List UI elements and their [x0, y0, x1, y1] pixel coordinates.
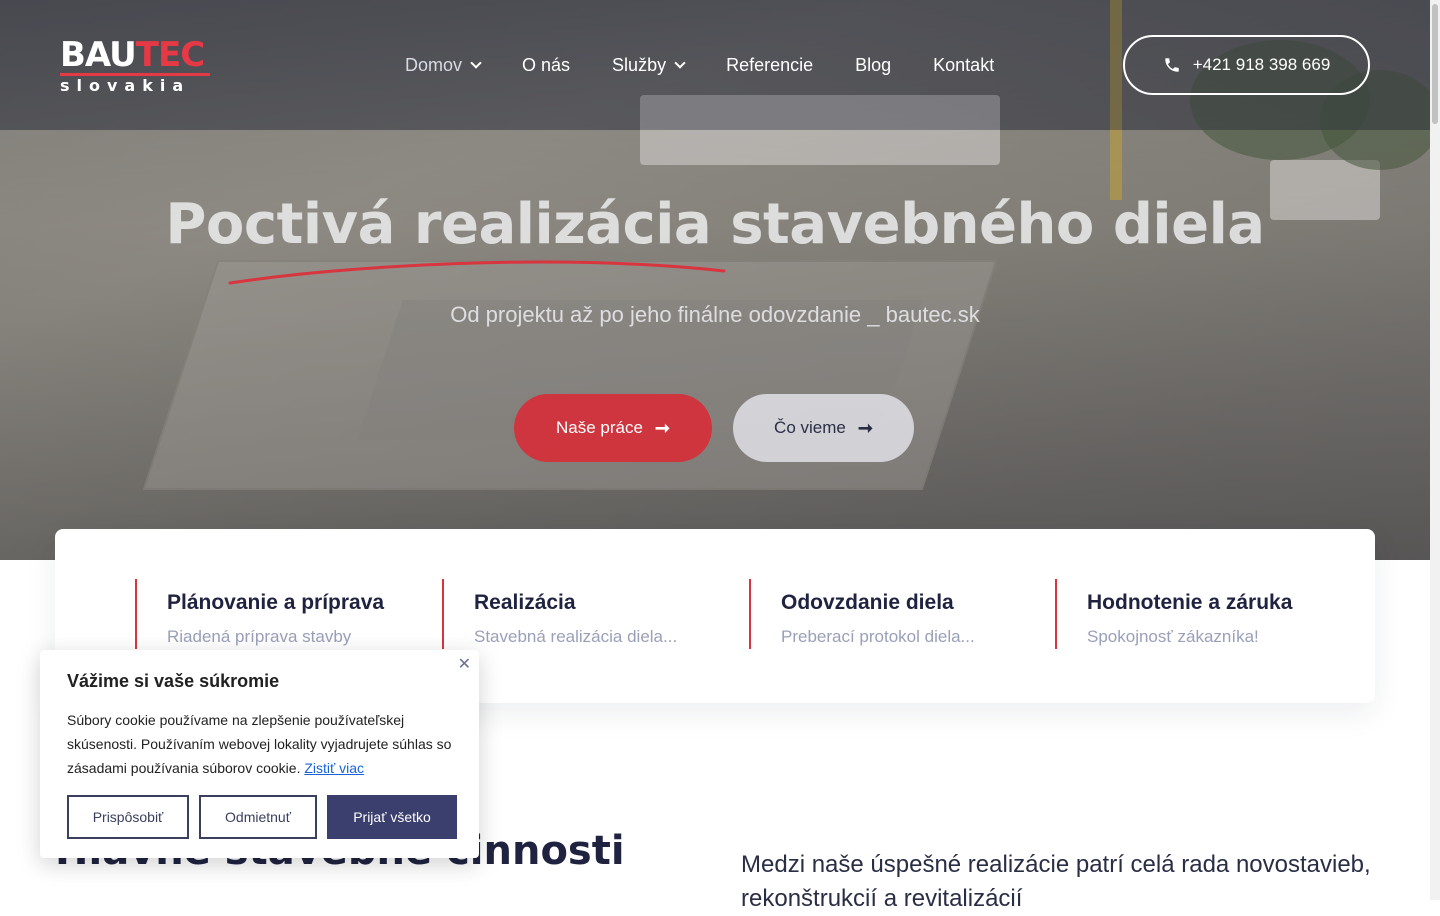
cookie-text: Súbory cookie používame na zlepšenie pou… [67, 708, 452, 780]
hero-section: BAUTEC slovakia Domov O nás Služby Refer… [0, 0, 1430, 560]
feature-description: Preberací protokol diela... [781, 627, 975, 646]
nav-item-o-nas[interactable]: O nás [522, 55, 570, 76]
title-underline-decoration [228, 260, 726, 285]
our-work-button[interactable]: Naše práce ➞ [514, 394, 712, 462]
cookie-text-body: Súbory cookie používame na zlepšenie pou… [67, 712, 452, 776]
feature-item: Odovzdanie diela Preberací protokol diel… [749, 579, 975, 649]
cookie-customize-button[interactable]: Prispôsobiť [67, 795, 189, 839]
page-scrollbar[interactable] [1430, 0, 1440, 900]
logo[interactable]: BAUTEC slovakia [60, 35, 210, 95]
feature-description: Stavebná realizácia diela... [474, 627, 678, 646]
cookie-consent-banner: ✕ Vážime si vaše súkromie Súbory cookie … [40, 650, 479, 858]
cookie-reject-button[interactable]: Odmietnuť [199, 795, 317, 839]
nav-item-kontakt[interactable]: Kontakt [933, 55, 994, 76]
nav-item-label: Referencie [726, 54, 814, 75]
feature-item: Realizácia Stavebná realizácia diela... [442, 579, 677, 649]
hero-subtitle: Od projektu až po jeho finálne odovzdani… [450, 302, 980, 327]
feature-title: Odovzdanie diela [781, 591, 954, 614]
nav-item-referencie[interactable]: Referencie [726, 55, 813, 76]
phone-icon [1164, 58, 1179, 72]
logo-subtext: slovakia [60, 76, 191, 95]
feature-item: Plánovanie a príprava Riadená príprava s… [135, 579, 384, 649]
hero-title: Poctivá realizácia stavebného diela [165, 192, 1265, 257]
feature-title: Hodnotenie a záruka [1087, 591, 1293, 614]
our-work-button-label: Naše práce [555, 418, 643, 437]
close-icon[interactable]: ✕ [458, 654, 471, 674]
feature-description: Spokojnosť zákazníka! [1087, 627, 1259, 646]
arrow-right-icon: ➞ [654, 417, 671, 438]
nav-item-blog[interactable]: Blog [855, 55, 891, 76]
feature-item: Hodnotenie a záruka Spokojnosť zákazníka… [1055, 579, 1292, 649]
arrow-right-icon: ➞ [857, 417, 873, 438]
logo-text-b: TEC [135, 35, 205, 75]
nav-item-domov[interactable]: Domov [405, 54, 482, 76]
chevron-down-icon [470, 56, 482, 69]
feature-title: Plánovanie a príprava [167, 591, 385, 614]
cookie-accept-button[interactable]: Prijať všetko [327, 795, 457, 839]
nav-item-label: Služby [612, 54, 667, 75]
feature-description: Riadená príprava stavby [167, 627, 352, 646]
phone-number: +421 918 398 669 [1192, 55, 1331, 74]
phone-button[interactable]: +421 918 398 669 [1123, 35, 1370, 95]
scrollbar-thumb[interactable] [1432, 4, 1438, 124]
feature-title: Realizácia [474, 591, 576, 614]
main-nav: Domov O nás Služby Referencie Blog Konta… [405, 52, 1036, 78]
nav-item-sluzby[interactable]: Služby [612, 54, 686, 76]
nav-item-label: O nás [522, 54, 571, 75]
cookie-title: Vážime si vaše súkromie [67, 671, 280, 691]
nav-item-label: Domov [405, 54, 463, 75]
cookie-learn-more-link[interactable]: Zistiť viac [304, 760, 364, 776]
chevron-down-icon [674, 56, 686, 69]
what-we-know-button-label: Čo vieme [774, 418, 846, 437]
what-we-know-button[interactable]: Čo vieme ➞ [733, 394, 914, 462]
cookie-buttons: Prispôsobiť Odmietnuť Prijať všetko [67, 795, 457, 839]
nav-item-label: Kontakt [933, 54, 995, 75]
logo-text-a: BAU [60, 35, 137, 75]
nav-item-label: Blog [855, 54, 892, 75]
section-text: Medzi naše úspešné realizácie patrí celá… [741, 851, 1371, 912]
